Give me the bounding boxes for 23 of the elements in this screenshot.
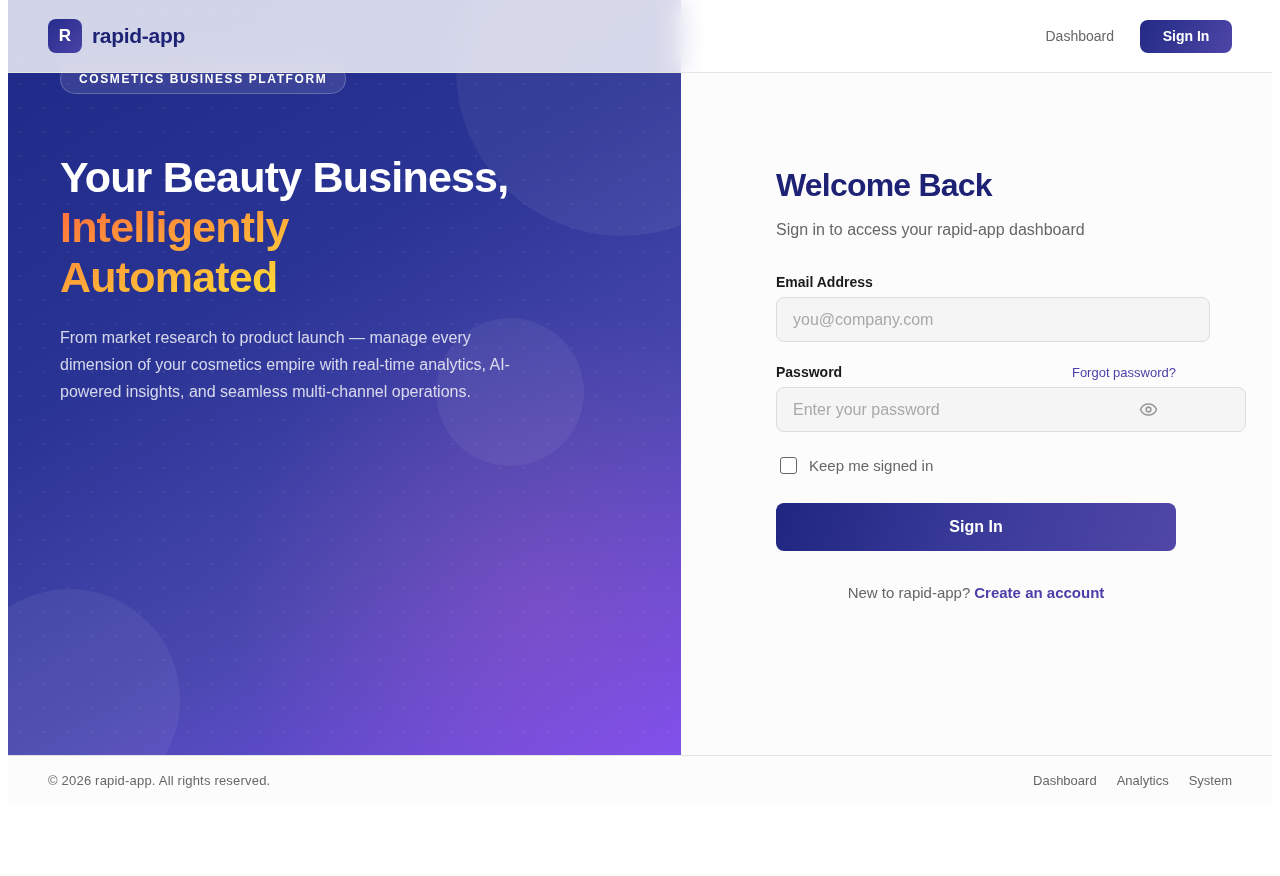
remember-label: Keep me signed in (809, 456, 934, 474)
form-title: Welcome Back (776, 166, 994, 204)
nav-link[interactable]: Dashboard (1045, 28, 1114, 44)
forgot-password-link[interactable]: Forgot password? (1071, 364, 1176, 380)
copyright-text: © 2026 rapid-app. All rights reserved. (48, 773, 271, 788)
logo-mark: R (48, 19, 82, 53)
field-label: Email Address (776, 274, 873, 290)
submit-button[interactable]: Sign In (776, 503, 1176, 551)
sign-in-button[interactable]: Sign In (1140, 19, 1232, 53)
field-label: Password (776, 364, 843, 380)
hero-heading: Your Beauty Business, Intelligently Automated (60, 152, 509, 302)
footer-link[interactable]: Dashboard (1033, 773, 1097, 788)
footer-link[interactable]: Analytics (1116, 773, 1169, 788)
create-account-link[interactable]: Create an account (974, 582, 1105, 604)
eye-icon[interactable] (1139, 400, 1158, 419)
footer-link[interactable]: System (1188, 773, 1232, 788)
remember-checkbox[interactable] (780, 456, 797, 474)
password-field[interactable]: Enter your password (776, 387, 1246, 432)
signup-prompt: New to rapid-app? (847, 583, 971, 603)
email-field[interactable]: you@company.com (776, 297, 1210, 342)
form-subtitle: Sign in to access your rapid-app dashboard (776, 220, 1086, 240)
hero-description: From market research to product launch — manage every dimension of your cosmetics empire with real-time analytics, AI-powered insights, and seamless multi-channel operations. (60, 328, 511, 402)
brand-name: rapid-app (92, 24, 185, 48)
